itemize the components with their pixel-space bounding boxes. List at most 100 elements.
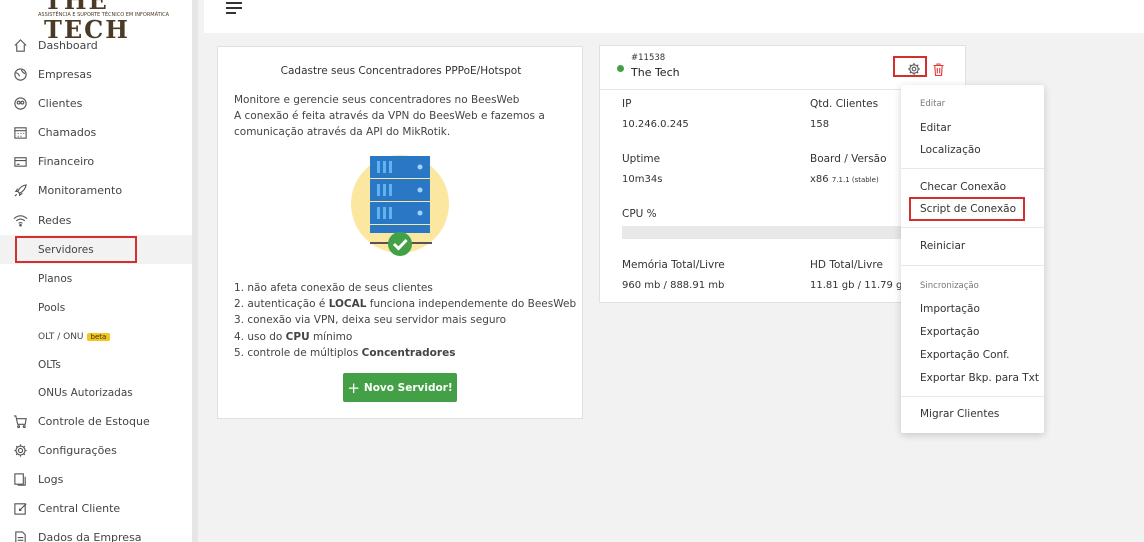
cpu-label: CPU % bbox=[622, 208, 657, 220]
uptime-value: 10m34s bbox=[622, 174, 663, 185]
status-online-icon bbox=[617, 65, 624, 72]
server-illustration bbox=[348, 152, 454, 262]
description-line: comunicação através da API do MikRotik. bbox=[234, 126, 451, 138]
trash-icon[interactable] bbox=[933, 61, 944, 77]
cpu-progress-bar bbox=[622, 226, 922, 239]
top-bar bbox=[204, 0, 1144, 33]
sidebar-item-logs[interactable]: Logs bbox=[0, 465, 192, 494]
gear-icon bbox=[12, 443, 28, 459]
sidebar-item-label: Clientes bbox=[38, 97, 83, 110]
sidebar: THE TECH ASSISTÊNCIA E SUPORTE TÉCNICO E… bbox=[0, 0, 198, 542]
server-actions-dropdown: Editar Editar Localização Checar Conexão… bbox=[901, 85, 1044, 433]
ip-label: IP bbox=[622, 98, 632, 110]
sidebar-item-onus-autorizadas[interactable]: ONUs Autorizadas bbox=[0, 378, 192, 407]
feature-item: 5. controle de múltiplos Concentradores bbox=[234, 346, 456, 359]
sidebar-item-label: Controle de Estoque bbox=[38, 415, 150, 428]
sidebar-item-empresas[interactable]: Empresas bbox=[0, 60, 192, 89]
features-list: 1. não afeta conexão de seus clientes 2.… bbox=[234, 280, 576, 361]
sidebar-item-label: Chamados bbox=[38, 126, 97, 139]
description-line: A conexão é feita através da VPN do Bees… bbox=[234, 110, 545, 122]
sidebar-item-label: Empresas bbox=[38, 68, 92, 81]
globe-icon bbox=[12, 67, 28, 83]
copy-icon bbox=[12, 472, 28, 488]
sidebar-item-redes[interactable]: Redes bbox=[0, 206, 192, 235]
company-logo[interactable]: THE TECH ASSISTÊNCIA E SUPORTE TÉCNICO E… bbox=[34, 0, 174, 44]
sidebar-item-dados-empresa[interactable]: Dados da Empresa bbox=[0, 523, 192, 542]
new-server-button[interactable]: + Novo Servidor! bbox=[343, 373, 457, 402]
board-value: x86 7.1.1 (stable) bbox=[810, 174, 879, 185]
sidebar-item-label: Dados da Empresa bbox=[38, 531, 142, 542]
board-label: Board / Versão bbox=[810, 153, 887, 165]
dropdown-divider bbox=[901, 168, 1044, 169]
feature-item: 3. conexão via VPN, deixa seu servidor m… bbox=[234, 314, 507, 327]
sidebar-item-olts[interactable]: OLTs bbox=[0, 350, 192, 379]
server-id: #11538 bbox=[631, 53, 666, 63]
hd-value: 11.81 gb / 11.79 gb bbox=[810, 280, 909, 291]
feature-item: 1. não afeta conexão de seus clientes bbox=[234, 282, 433, 294]
dropdown-divider bbox=[901, 396, 1044, 397]
sidebar-item-label: Pools bbox=[38, 301, 66, 314]
menu-item-checar-conexao[interactable]: Checar Conexão bbox=[920, 181, 1006, 193]
menu-item-importacao[interactable]: Importação bbox=[920, 303, 980, 315]
sidebar-item-label: Dashboard bbox=[38, 39, 98, 52]
plus-icon: + bbox=[347, 378, 360, 397]
sidebar-item-label: Planos bbox=[38, 272, 73, 285]
clients-label: Qtd. Clientes bbox=[810, 98, 879, 110]
sidebar-item-financeiro[interactable]: Financeiro bbox=[0, 147, 192, 176]
wifi-icon bbox=[12, 213, 28, 229]
sidebar-item-label: OLTs bbox=[38, 358, 61, 371]
description-line: Monitore e gerencie seus concentradores … bbox=[234, 94, 520, 106]
logo-subtitle: ASSISTÊNCIA E SUPORTE TÉCNICO EM INFORMÁ… bbox=[38, 12, 170, 18]
sidebar-item-monitoramento[interactable]: Monitoramento bbox=[0, 176, 192, 205]
sidebar-item-label: Central Cliente bbox=[38, 502, 121, 515]
sidebar-item-label: Financeiro bbox=[38, 155, 95, 168]
card-icon bbox=[12, 154, 28, 170]
sidebar-item-central-cliente[interactable]: Central Cliente bbox=[0, 494, 192, 523]
card-title: Cadastre seus Concentradores PPPoE/Hotsp… bbox=[280, 65, 522, 77]
clients-value: 158 bbox=[810, 119, 830, 130]
menu-item-editar[interactable]: Editar bbox=[920, 122, 951, 134]
button-label: Novo Servidor! bbox=[363, 381, 453, 394]
sidebar-item-clientes[interactable]: Clientes bbox=[0, 89, 192, 118]
memory-label: Memória Total/Livre bbox=[622, 259, 725, 271]
menu-item-script-conexao[interactable]: Script de Conexão bbox=[920, 203, 1016, 215]
dropdown-header-sincronizacao: Sincronização bbox=[920, 281, 979, 291]
rocket-icon bbox=[12, 183, 28, 199]
sidebar-item-chamados[interactable]: Chamados bbox=[0, 118, 192, 147]
cart-icon bbox=[12, 414, 28, 430]
server-card-header: #11538 The Tech bbox=[600, 46, 965, 90]
hd-label: HD Total/Livre bbox=[810, 259, 883, 271]
dropdown-divider bbox=[901, 227, 1044, 228]
calendar-icon bbox=[12, 125, 28, 141]
menu-item-localizacao[interactable]: Localização bbox=[920, 144, 981, 156]
document-icon bbox=[12, 530, 28, 542]
sidebar-item-configuracoes[interactable]: Configurações bbox=[0, 436, 192, 465]
menu-item-reiniciar[interactable]: Reiniciar bbox=[920, 240, 965, 252]
sidebar-item-label: Logs bbox=[38, 473, 64, 486]
sidebar-item-label: Monitoramento bbox=[38, 184, 123, 197]
server-name[interactable]: The Tech bbox=[631, 66, 680, 79]
users-icon bbox=[12, 96, 28, 112]
sidebar-item-dashboard[interactable]: Dashboard bbox=[0, 31, 192, 60]
sidebar-item-pools[interactable]: Pools bbox=[0, 293, 192, 322]
sidebar-item-controle-estoque[interactable]: Controle de Estoque bbox=[0, 407, 192, 436]
sidebar-item-olt-onu[interactable]: OLT / ONU beta bbox=[0, 322, 192, 351]
memory-value: 960 mb / 888.91 mb bbox=[622, 280, 725, 291]
dropdown-header-editar: Editar bbox=[920, 99, 946, 109]
add-server-card: Cadastre seus Concentradores PPPoE/Hotsp… bbox=[217, 46, 583, 419]
menu-item-exportacao-conf[interactable]: Exportação Conf. bbox=[920, 349, 1009, 361]
uptime-label: Uptime bbox=[622, 153, 661, 165]
beta-badge: beta bbox=[86, 332, 111, 341]
settings-gear-icon[interactable] bbox=[907, 61, 921, 75]
dropdown-divider bbox=[901, 265, 1044, 266]
edit-icon bbox=[12, 501, 28, 517]
highlight-box bbox=[15, 236, 137, 263]
menu-item-exportacao[interactable]: Exportação bbox=[920, 326, 979, 338]
sidebar-item-label: Configurações bbox=[38, 444, 117, 457]
menu-toggle-icon[interactable] bbox=[226, 2, 242, 14]
home-icon bbox=[12, 38, 28, 54]
sidebar-item-planos[interactable]: Planos bbox=[0, 264, 192, 293]
sidebar-item-label: Redes bbox=[38, 214, 72, 227]
menu-item-exportar-bkp[interactable]: Exportar Bkp. para Txt bbox=[920, 372, 1039, 384]
menu-item-migrar-clientes[interactable]: Migrar Clientes bbox=[920, 408, 999, 420]
